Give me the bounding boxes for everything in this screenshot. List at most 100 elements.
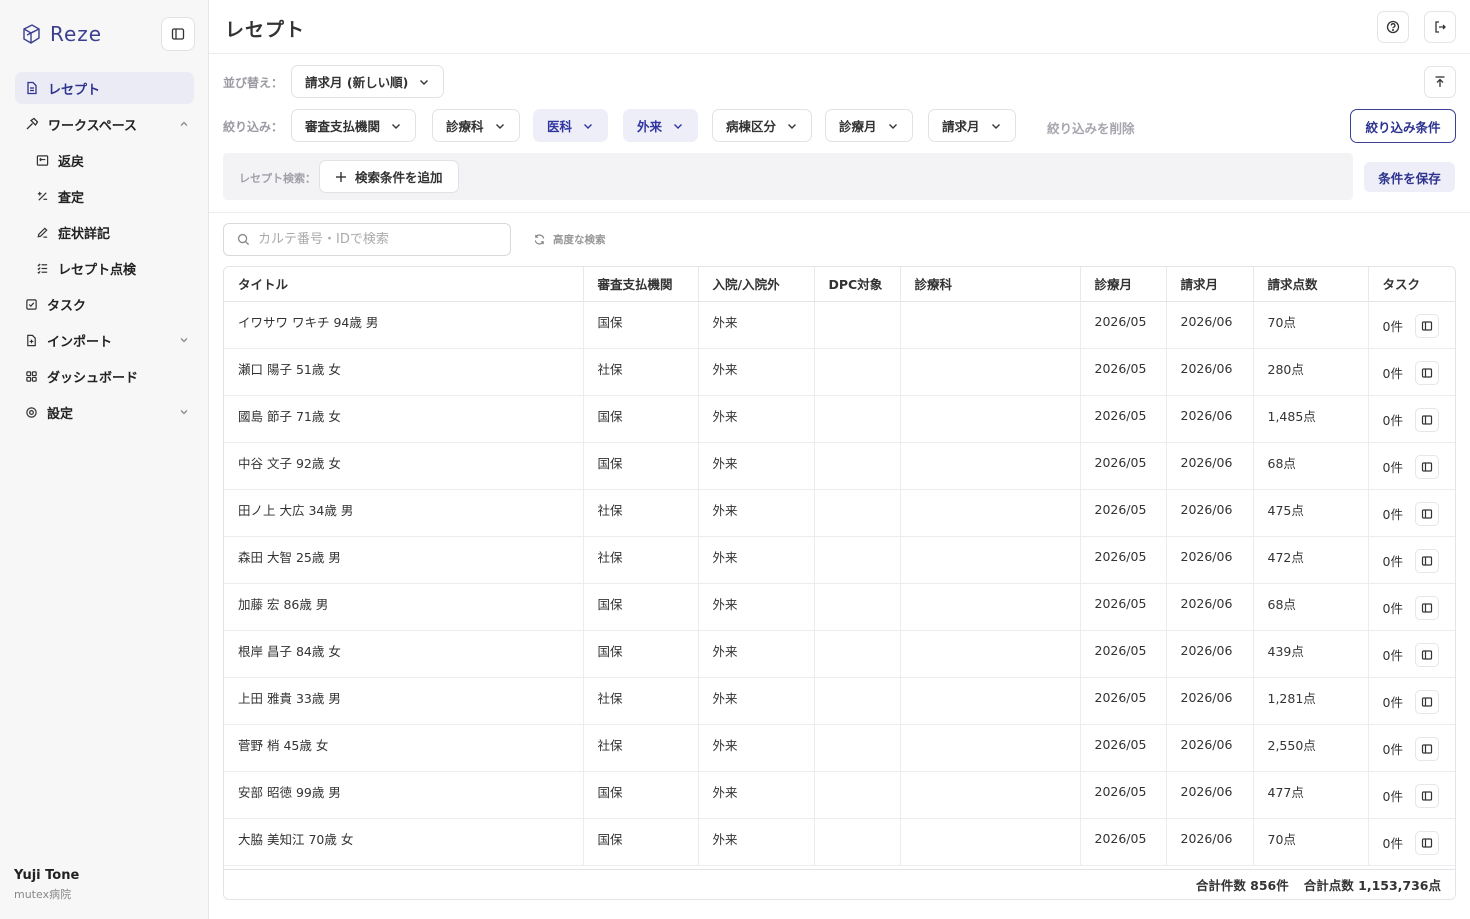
save-conditions-button[interactable]: 条件を保存 xyxy=(1364,162,1455,192)
sort-dropdown[interactable]: 請求月 (新しい順) xyxy=(291,65,445,98)
panel-icon xyxy=(1421,367,1433,378)
task-panel-button[interactable] xyxy=(1414,783,1439,808)
advanced-search-button[interactable]: 高度な検索 xyxy=(533,232,606,247)
cell-service-month: 2026/05 xyxy=(1080,818,1167,866)
help-button[interactable] xyxy=(1377,11,1409,43)
table-row[interactable]: イワサワ ワキチ 94歳 男国保 外来 2026/05 2026/06 70点 0件 xyxy=(224,301,1455,349)
column-header[interactable]: 請求月 xyxy=(1166,267,1254,302)
column-header[interactable]: タスク xyxy=(1368,267,1455,302)
cell-tasks: 0件 xyxy=(1368,442,1455,490)
table-row[interactable]: 大脇 美知江 70歳 女国保 外来 2026/05 2026/06 70点 0件 xyxy=(224,818,1455,866)
clear-filters-link[interactable]: 絞り込みを削除 xyxy=(1047,118,1135,137)
table-row[interactable]: 根岸 昌子 84歳 女国保 外来 2026/05 2026/06 439点 0件 xyxy=(224,630,1456,678)
table-row[interactable]: 森田 大智 25歳 男社保 外来 2026/05 2026/06 472点 0件 xyxy=(224,536,1455,584)
task-panel-button[interactable] xyxy=(1414,595,1439,620)
brand[interactable]: Reze xyxy=(20,22,102,46)
filter-label-text: 診療科 xyxy=(446,119,484,134)
column-header[interactable]: 請求点数 xyxy=(1253,267,1369,302)
search-input[interactable] xyxy=(258,232,488,247)
chevron-down-icon[interactable] xyxy=(178,334,190,346)
task-panel-button[interactable] xyxy=(1414,548,1439,573)
cell-tasks: 0件 xyxy=(1368,301,1455,349)
table-row[interactable]: 上田 雅貴 33歳 男社保 外来 2026/05 2026/06 1,281点 0件 xyxy=(224,677,1455,725)
sidebar-item-import[interactable]: インポート xyxy=(15,324,194,356)
task-cell: 0件 xyxy=(1383,588,1456,620)
cell-points: 472点 xyxy=(1253,536,1369,584)
chevron-up-icon[interactable] xyxy=(178,118,190,130)
task-panel-button[interactable] xyxy=(1414,313,1439,338)
table-row[interactable]: 瀬口 陽子 51歳 女社保 外来 2026/05 2026/06 280点 0件 xyxy=(224,348,1456,396)
column-header[interactable]: 入院/入院外 xyxy=(698,267,815,302)
sidebar-item-symptom-notes[interactable]: 症状詳記 xyxy=(15,216,194,248)
search-field[interactable] xyxy=(223,223,511,256)
cell-billing-month: 2026/06 xyxy=(1166,301,1254,349)
sidebar-item-assessment[interactable]: 査定 xyxy=(15,180,194,212)
cell-title: 大脇 美知江 70歳 女 xyxy=(224,818,584,866)
sidebar-item-receipts[interactable]: レセプト xyxy=(15,72,194,104)
filter-department-dropdown[interactable]: 診療科 xyxy=(432,109,520,142)
table-row[interactable]: 田ノ上 大広 34歳 男社保 外来 2026/05 2026/06 475点 0件 xyxy=(224,489,1455,537)
cell-dept xyxy=(900,771,1081,819)
cell-billing-month: 2026/06 xyxy=(1166,771,1254,819)
filter-label-text: 外来 xyxy=(637,119,663,134)
total-points: 合計点数 1,153,736点 xyxy=(1303,878,1441,893)
filter-ward-dropdown[interactable]: 病棟区分 xyxy=(712,109,813,142)
cell-service-month: 2026/05 xyxy=(1080,630,1167,678)
user-profile[interactable]: Yuji Tone mutex病院 xyxy=(14,868,79,902)
cell-points: 280点 xyxy=(1253,348,1369,396)
table-row[interactable]: 中谷 文子 92歳 女国保 外来 2026/05 2026/06 68点 0件 xyxy=(224,442,1455,490)
task-panel-button[interactable] xyxy=(1414,689,1439,714)
column-header[interactable]: 審査支払機関 xyxy=(583,267,699,302)
panel-icon xyxy=(1421,649,1433,660)
sidebar-item-dashboard[interactable]: ダッシュボード xyxy=(15,360,194,392)
filter-medical-dropdown[interactable]: 医科 xyxy=(533,109,609,142)
sidebar-toggle-button[interactable] xyxy=(161,17,195,51)
table-row[interactable]: 安部 昭徳 99歳 男国保 外来 2026/05 2026/06 477点 0件 xyxy=(224,771,1455,819)
task-panel-button[interactable] xyxy=(1414,736,1439,761)
cell-inpatient: 外来 xyxy=(698,536,815,584)
panel-icon xyxy=(1421,837,1433,848)
task-panel-button[interactable] xyxy=(1414,501,1439,526)
column-header[interactable]: DPC対象 xyxy=(814,267,901,302)
scroll-top-button[interactable] xyxy=(1424,66,1456,98)
task-cell: 0件 xyxy=(1383,353,1456,385)
cell-dept xyxy=(900,677,1081,725)
cell-service-month: 2026/05 xyxy=(1080,395,1167,443)
column-header[interactable]: 診療月 xyxy=(1080,267,1167,302)
cell-inpatient: 外来 xyxy=(698,395,815,443)
sidebar-item-tasks[interactable]: タスク xyxy=(15,288,194,320)
add-search-condition-button[interactable]: 検索条件を追加 xyxy=(319,160,459,193)
cell-payer: 社保 xyxy=(583,724,699,772)
filter-conditions-button[interactable]: 絞り込み条件 xyxy=(1350,109,1456,143)
chevron-down-icon[interactable] xyxy=(178,406,190,418)
sidebar-item-workspace[interactable]: ワークスペース xyxy=(15,108,194,140)
sidebar-item-returns[interactable]: 返戻 xyxy=(15,144,194,176)
cell-title: 上田 雅貴 33歳 男 xyxy=(224,677,584,725)
cell-inpatient: 外来 xyxy=(698,771,815,819)
checkbox-icon xyxy=(26,298,37,310)
task-panel-button[interactable] xyxy=(1414,642,1439,667)
filter-outpatient-dropdown[interactable]: 外来 xyxy=(623,109,699,142)
table-row[interactable]: 加藤 宏 86歳 男国保 外来 2026/05 2026/06 68点 0件 xyxy=(224,583,1456,631)
sidebar-item-settings[interactable]: 設定 xyxy=(15,396,194,428)
filter-billing-month-dropdown[interactable]: 請求月 xyxy=(928,109,1016,142)
cell-billing-month: 2026/06 xyxy=(1166,489,1254,537)
hammer-icon xyxy=(26,117,39,130)
cell-tasks: 0件 xyxy=(1368,818,1455,866)
column-header[interactable]: タイトル xyxy=(224,267,584,302)
task-cell: 0件 xyxy=(1383,635,1456,667)
sidebar-item-label: タスク xyxy=(47,298,87,314)
table-row[interactable]: 國島 節子 71歳 女国保 外来 2026/05 2026/06 1,485点 0件 xyxy=(224,395,1455,443)
filter-service-month-dropdown[interactable]: 診療月 xyxy=(825,109,913,142)
table-row[interactable]: 菅野 梢 45歳 女社保 外来 2026/05 2026/06 2,550点 0件 xyxy=(224,724,1455,772)
cell-tasks: 0件 xyxy=(1368,348,1456,396)
task-panel-button[interactable] xyxy=(1414,360,1439,385)
logout-icon xyxy=(1435,21,1446,33)
column-header[interactable]: 診療科 xyxy=(900,267,1081,302)
task-panel-button[interactable] xyxy=(1414,407,1439,432)
task-panel-button[interactable] xyxy=(1414,830,1439,855)
sidebar-item-receipt-check[interactable]: レセプト点検 xyxy=(15,252,194,284)
logout-button[interactable] xyxy=(1424,11,1456,43)
task-panel-button[interactable] xyxy=(1414,454,1439,479)
filter-payer-dropdown[interactable]: 審査支払機関 xyxy=(291,109,417,142)
